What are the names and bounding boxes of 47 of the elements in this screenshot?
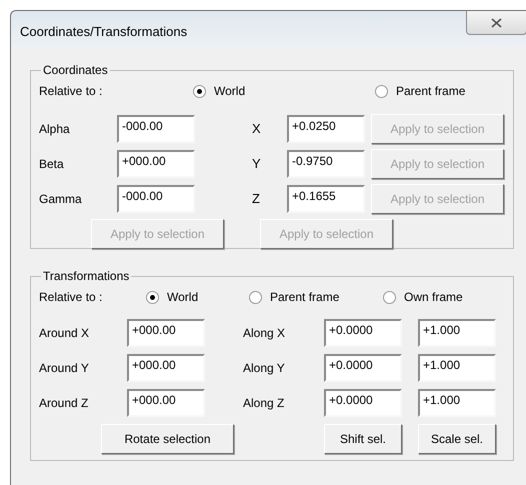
field-label: Alpha — [39, 120, 71, 138]
field-label: Relative to : — [39, 289, 104, 306]
number-field[interactable]: +1.000 — [418, 354, 496, 382]
number-field[interactable]: +000.00 — [127, 354, 205, 382]
number-field[interactable]: +0.0000 — [324, 354, 402, 382]
number-field[interactable]: +000.00 — [117, 150, 195, 178]
close-icon — [491, 18, 502, 28]
field-label: Gamma — [39, 190, 83, 208]
field-label: Along X — [243, 324, 286, 342]
axis-label: X — [252, 120, 262, 138]
number-field[interactable]: +1.000 — [418, 318, 496, 346]
number-field[interactable]: +0.0000 — [324, 388, 402, 416]
radio-button[interactable] — [383, 290, 396, 304]
number-field[interactable]: +0.0250 — [287, 114, 365, 142]
axis-label: Z — [252, 190, 261, 208]
number-field[interactable]: +1.000 — [418, 388, 496, 416]
radio-button[interactable] — [193, 84, 206, 98]
radio-button[interactable] — [375, 84, 388, 98]
field-label: Along Y — [243, 360, 286, 376]
number-field[interactable]: -0.9750 — [287, 150, 365, 178]
field-label: Along Z — [243, 394, 286, 412]
number-field[interactable]: +000.00 — [127, 318, 205, 346]
field-label: Beta — [39, 156, 65, 172]
number-field[interactable]: -000.00 — [117, 184, 195, 212]
field-label: Relative to : — [39, 83, 104, 100]
radio-label: World — [214, 83, 246, 100]
number-field[interactable]: +0.0000 — [324, 318, 402, 346]
window-title: Coordinates/Transformations — [20, 23, 188, 41]
close-button[interactable] — [466, 11, 526, 35]
radio-label: Own frame — [404, 289, 463, 306]
radio-label: World — [167, 289, 198, 306]
action-button[interactable]: Scale sel. — [418, 424, 496, 454]
field-label: Around X — [39, 324, 90, 342]
group-title: Transformations — [42, 268, 130, 285]
field-label: Around Y — [39, 360, 90, 376]
number-field[interactable]: +0.1655 — [287, 184, 365, 212]
radio-label: Parent frame — [396, 83, 466, 100]
radio-button[interactable] — [146, 290, 159, 304]
number-field[interactable]: -000.00 — [117, 114, 195, 142]
radio-label: Parent frame — [270, 289, 340, 306]
field-label: Around Z — [39, 394, 90, 412]
axis-label: Y — [252, 154, 262, 173]
radio-button[interactable] — [249, 290, 262, 304]
action-button[interactable]: Shift sel. — [324, 424, 402, 454]
number-field[interactable]: +000.00 — [127, 388, 205, 416]
action-button[interactable]: Rotate selection — [101, 424, 234, 454]
group-title: Coordinates — [42, 62, 109, 79]
